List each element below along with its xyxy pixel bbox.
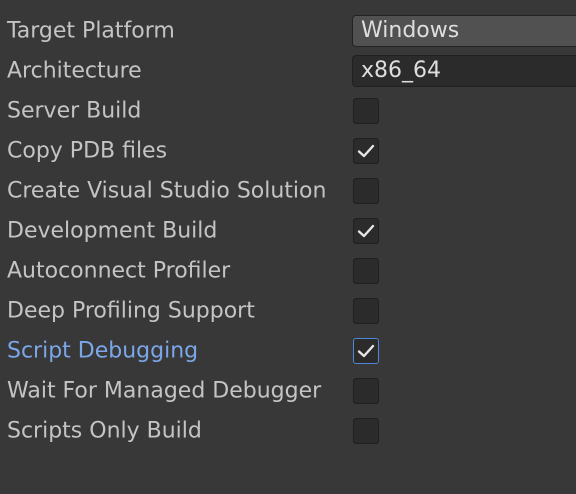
wait-for-debugger-label: Wait For Managed Debugger [7, 378, 322, 404]
server-build-checkbox[interactable] [353, 98, 379, 124]
deep-profiling-row: Deep Profiling Support [0, 291, 576, 331]
scripts-only-build-checkbox[interactable] [353, 418, 379, 444]
script-debugging-label: Script Debugging [7, 338, 199, 364]
architecture-row: Architecture x86_64 [0, 51, 576, 91]
create-vs-solution-label: Create Visual Studio Solution [7, 178, 327, 204]
development-build-checkbox[interactable] [353, 218, 379, 244]
deep-profiling-checkbox[interactable] [353, 298, 379, 324]
target-platform-dropdown[interactable]: Windows [352, 15, 576, 47]
copy-pdb-files-label: Copy PDB files [7, 138, 168, 164]
server-build-label: Server Build [7, 98, 142, 124]
target-platform-label: Target Platform [7, 18, 175, 44]
architecture-dropdown[interactable]: x86_64 [352, 55, 576, 87]
create-vs-solution-row: Create Visual Studio Solution [0, 171, 576, 211]
wait-for-debugger-checkbox[interactable] [353, 378, 379, 404]
target-platform-row: Target Platform Windows [0, 11, 576, 51]
script-debugging-checkbox[interactable] [353, 338, 379, 364]
server-build-row: Server Build [0, 91, 576, 131]
script-debugging-row: Script Debugging [0, 331, 576, 371]
build-settings-panel: { "settings": { "target_platform": { "la… [0, 0, 576, 494]
development-build-label: Development Build [7, 218, 218, 244]
deep-profiling-label: Deep Profiling Support [7, 298, 255, 324]
scripts-only-build-row: Scripts Only Build [0, 411, 576, 451]
autoconnect-profiler-checkbox[interactable] [353, 258, 379, 284]
scripts-only-build-label: Scripts Only Build [7, 418, 202, 444]
copy-pdb-files-checkbox[interactable] [353, 138, 379, 164]
autoconnect-profiler-row: Autoconnect Profiler [0, 251, 576, 291]
checkmark-icon [357, 224, 375, 238]
copy-pdb-files-row: Copy PDB files [0, 131, 576, 171]
checkmark-icon [357, 344, 375, 358]
create-vs-solution-checkbox[interactable] [353, 178, 379, 204]
architecture-label: Architecture [7, 58, 142, 84]
wait-for-debugger-row: Wait For Managed Debugger [0, 371, 576, 411]
development-build-row: Development Build [0, 211, 576, 251]
autoconnect-profiler-label: Autoconnect Profiler [7, 258, 231, 284]
checkmark-icon [357, 144, 375, 158]
